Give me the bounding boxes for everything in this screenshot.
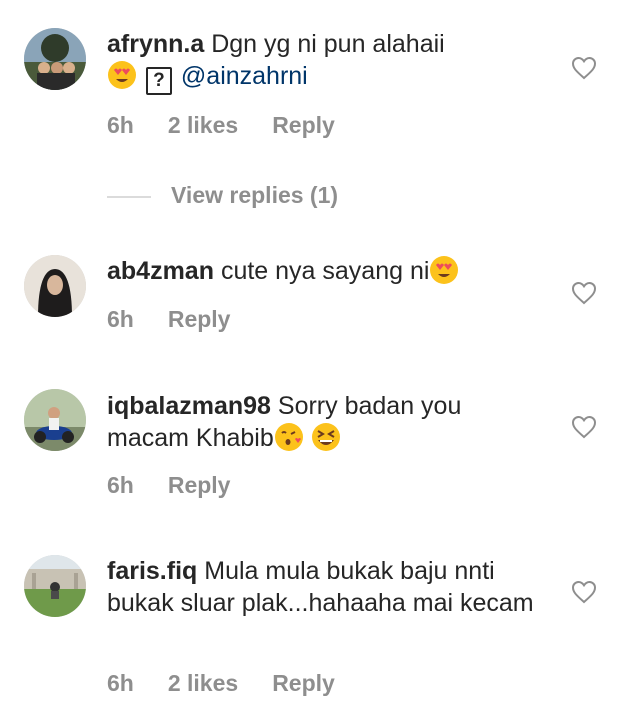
- likes-count[interactable]: 2 likes: [168, 112, 238, 139]
- comment-meta: 6h Reply: [107, 306, 264, 333]
- divider: [107, 196, 151, 198]
- heart-outline-icon[interactable]: [571, 580, 597, 604]
- username[interactable]: afrynn.a: [107, 30, 204, 58]
- reply-button[interactable]: Reply: [168, 306, 231, 333]
- comment-text: faris.fiq Mula mula bukak baju nnti buka…: [107, 555, 547, 619]
- reply-button[interactable]: Reply: [272, 112, 335, 139]
- comment-meta: 6h 2 likes Reply: [107, 112, 369, 139]
- comment-meta: 6h Reply: [107, 472, 264, 499]
- view-replies-button[interactable]: View replies (1): [171, 182, 338, 209]
- heart-eyes-emoji: [430, 256, 459, 284]
- comment-text: ab4zman cute nya sayang ni: [107, 255, 547, 287]
- heart-outline-icon[interactable]: [571, 415, 597, 439]
- avatar-image: [24, 28, 86, 90]
- avatar[interactable]: [24, 555, 86, 617]
- avatar-image: [24, 389, 86, 451]
- likes-count[interactable]: 2 likes: [168, 670, 238, 697]
- comment-body: Dgn yg ni pun alahaii: [211, 30, 445, 58]
- comment-time: 6h: [107, 306, 134, 332]
- avatar[interactable]: [24, 389, 86, 451]
- comment-meta: 6h 2 likes Reply: [107, 670, 369, 697]
- comment-time: 6h: [107, 472, 134, 498]
- avatar-image: [24, 255, 86, 317]
- avatar[interactable]: [24, 255, 86, 317]
- username[interactable]: ab4zman: [107, 257, 214, 285]
- avatar[interactable]: [24, 28, 86, 90]
- comment-body: cute nya sayang ni: [220, 257, 430, 285]
- question-box-icon: ?: [145, 67, 172, 95]
- username[interactable]: iqbalazman98: [107, 392, 271, 420]
- heart-outline-icon[interactable]: [571, 281, 597, 305]
- comment-time: 6h: [107, 112, 134, 138]
- comment-time: 6h: [107, 670, 134, 696]
- heart-outline-icon[interactable]: [571, 56, 597, 80]
- reply-button[interactable]: Reply: [168, 472, 231, 499]
- reply-button[interactable]: Reply: [272, 670, 335, 697]
- comment-text: iqbalazman98 Sorry badan you macam Khabi…: [107, 390, 547, 454]
- avatar-image: [24, 555, 86, 617]
- username[interactable]: faris.fiq: [107, 557, 197, 585]
- heart-eyes-emoji: [108, 61, 136, 89]
- grinning-squinting-emoji: [311, 423, 340, 451]
- kissing-heart-emoji: [274, 423, 303, 451]
- mention-link[interactable]: @ainzahrni: [181, 62, 308, 90]
- comment-text: afrynn.a Dgn yg ni pun alahaii ? @ainzah…: [107, 28, 547, 95]
